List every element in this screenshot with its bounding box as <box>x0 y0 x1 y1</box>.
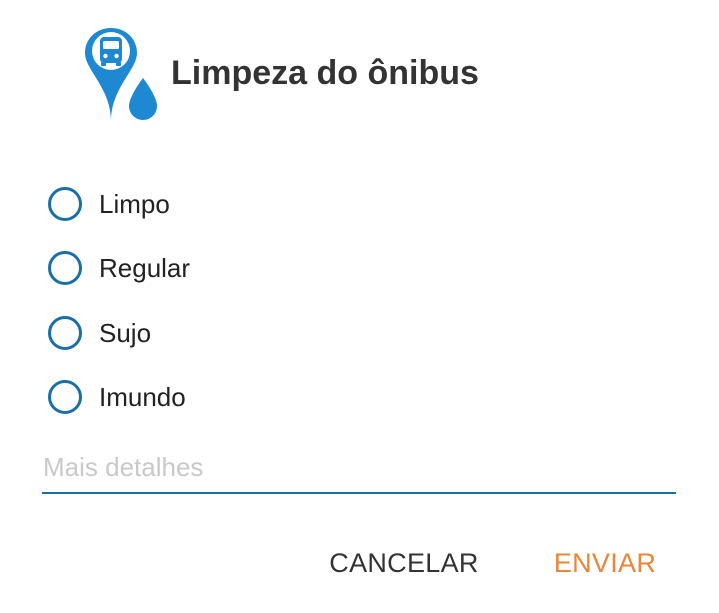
radio-imundo[interactable] <box>48 380 82 414</box>
option-label-imundo: Imundo <box>99 381 186 412</box>
details-input[interactable] <box>42 446 676 494</box>
option-imundo[interactable]: Imundo <box>46 375 446 419</box>
radio-sujo[interactable] <box>48 316 82 350</box>
radio-regular[interactable] <box>48 251 82 285</box>
dialog-title: Limpeza do ônibus <box>171 54 479 92</box>
option-limpo[interactable]: Limpo <box>46 182 446 226</box>
option-sujo[interactable]: Sujo <box>46 311 446 355</box>
bus-cleaning-icon <box>80 26 162 124</box>
cleanliness-dialog: Limpeza do ônibus Limpo Regular Sujo Imu… <box>0 0 719 613</box>
option-label-limpo: Limpo <box>99 188 170 219</box>
radio-limpo[interactable] <box>48 187 82 221</box>
option-label-sujo: Sujo <box>99 317 152 348</box>
cancel-button[interactable]: CANCELAR <box>322 538 486 588</box>
option-regular[interactable]: Regular <box>46 246 446 290</box>
option-label-regular: Regular <box>99 252 191 283</box>
send-button[interactable]: ENVIAR <box>548 538 662 588</box>
